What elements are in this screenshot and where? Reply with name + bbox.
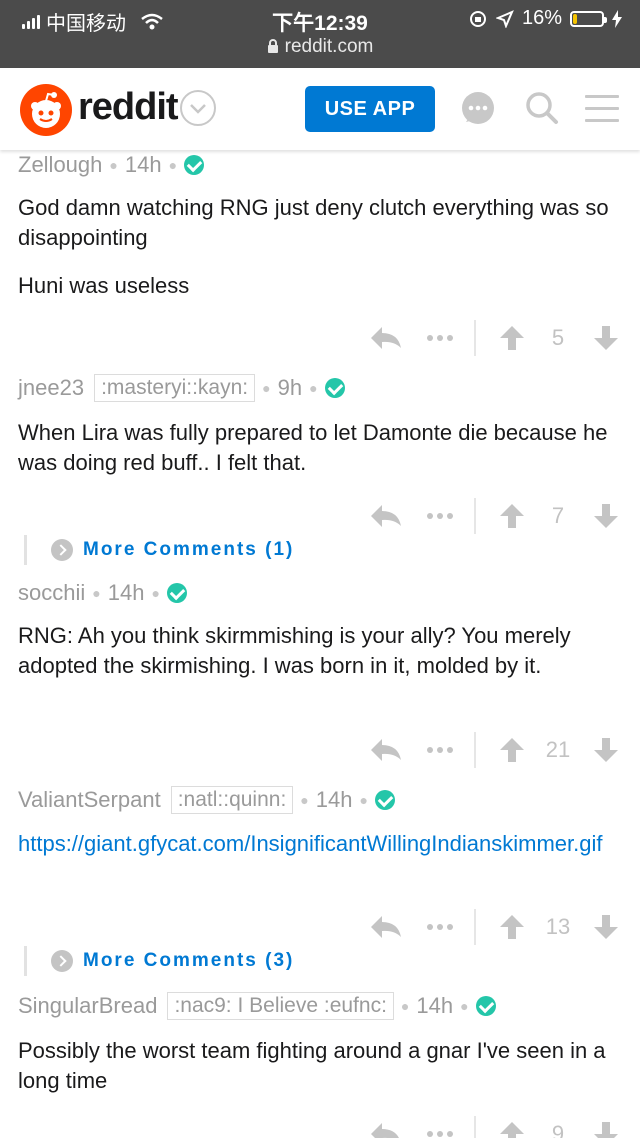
comment-actions: 7 (0, 496, 640, 536)
comment-link[interactable]: https://giant.gfycat.com/InsignificantWi… (18, 829, 623, 859)
url-bar[interactable]: reddit.com (0, 36, 640, 58)
more-comments-label[interactable]: More Comments (1) (83, 539, 294, 561)
thread-line (24, 535, 27, 565)
comment-actions: 9 (0, 1114, 640, 1138)
search-icon[interactable] (524, 90, 560, 131)
comment-text: Huni was useless (18, 273, 190, 298)
vote-score: 7 (551, 503, 565, 528)
upvote-icon[interactable] (490, 496, 534, 536)
rotation-lock-icon (469, 10, 486, 27)
user-flair: :masteryi::kayn: (94, 374, 256, 402)
more-comments-link[interactable]: More Comments (3) (24, 946, 294, 976)
author-name[interactable]: SingularBread (18, 993, 157, 1019)
action-divider (474, 732, 476, 768)
verified-check-icon (324, 378, 345, 398)
comment-meta: jnee23 :masteryi::kayn: ● 9h ● (18, 373, 345, 403)
downvote-icon[interactable] (584, 318, 628, 358)
verified-check-icon (166, 583, 187, 603)
comment-text: When Lira was fully prepared to let Damo… (18, 420, 608, 475)
vote-score: 9 (551, 1121, 565, 1138)
comment-meta: Zellough ● 14h ● (18, 150, 205, 180)
more-options-icon[interactable] (418, 730, 462, 770)
vote-score: 5 (551, 325, 565, 350)
upvote-icon[interactable] (490, 907, 534, 947)
reply-icon[interactable] (364, 907, 408, 947)
more-options-icon[interactable] (418, 1114, 462, 1138)
action-divider (474, 498, 476, 534)
verified-check-icon (475, 996, 496, 1016)
chevron-down-icon[interactable] (180, 90, 216, 126)
more-comments-label[interactable]: More Comments (3) (83, 950, 294, 972)
verified-check-icon (184, 155, 205, 175)
author-name[interactable]: socchii (18, 580, 85, 606)
user-flair: :nac9: I Believe :eufnc: (167, 992, 394, 1020)
site-header: reddit USE APP (0, 68, 640, 150)
comment-actions: 13 (0, 907, 640, 947)
more-options-icon[interactable] (418, 318, 462, 358)
reply-icon[interactable] (364, 1114, 408, 1138)
url-text: reddit.com (284, 36, 374, 57)
downvote-icon[interactable] (584, 1114, 628, 1138)
action-divider (474, 320, 476, 356)
reply-icon[interactable] (364, 318, 408, 358)
comment-text: Possibly the worst team fighting around … (18, 1038, 606, 1093)
user-flair: :natl::quinn: (170, 786, 294, 814)
downvote-icon[interactable] (584, 496, 628, 536)
status-indicators: 16% (468, 7, 622, 30)
comment-age: 14h (315, 787, 353, 812)
author-name[interactable]: jnee23 (18, 375, 84, 401)
more-options-icon[interactable] (418, 907, 462, 947)
battery-percent: 16% (521, 7, 562, 29)
reddit-wordmark[interactable]: reddit (78, 86, 179, 129)
chevron-right-icon (51, 950, 73, 972)
author-name[interactable]: ValiantSerpant (18, 787, 161, 813)
chevron-right-icon (51, 539, 73, 561)
status-bar: 中国移动 下午12:39 16% reddit.com (0, 0, 640, 68)
vote-score: 21 (545, 737, 571, 762)
chat-icon[interactable] (460, 90, 496, 131)
downvote-icon[interactable] (584, 730, 628, 770)
action-divider (474, 1116, 476, 1138)
more-options-icon[interactable] (418, 496, 462, 536)
comment-actions: 5 (0, 318, 640, 358)
author-name[interactable]: Zellough (18, 152, 102, 178)
reply-icon[interactable] (364, 496, 408, 536)
menu-icon[interactable] (585, 90, 619, 131)
comment-meta: ValiantSerpant :natl::quinn: ● 14h ● (18, 785, 395, 815)
thread-line (24, 946, 27, 976)
use-app-button[interactable]: USE APP (305, 86, 435, 132)
more-comments-link[interactable]: More Comments (1) (24, 535, 294, 565)
location-icon (495, 9, 514, 28)
upvote-icon[interactable] (490, 730, 534, 770)
action-divider (474, 909, 476, 945)
lock-icon (267, 39, 278, 53)
vote-score: 13 (545, 914, 571, 939)
upvote-icon[interactable] (490, 318, 534, 358)
downvote-icon[interactable] (584, 907, 628, 947)
reply-icon[interactable] (364, 730, 408, 770)
verified-check-icon (374, 790, 395, 810)
comment-meta: SingularBread :nac9: I Believe :eufnc: ●… (18, 991, 496, 1021)
upvote-icon[interactable] (490, 1114, 534, 1138)
comment-text: God damn watching RNG just deny clutch e… (18, 195, 609, 250)
comment-meta: socchii ● 14h ● (18, 578, 187, 608)
comment-text: RNG: Ah you think skirmmishing is your a… (18, 623, 571, 678)
comment-age: 9h (277, 375, 303, 400)
comment-age: 14h (416, 993, 454, 1018)
charging-icon (612, 9, 622, 28)
reddit-logo-icon[interactable] (20, 84, 72, 136)
comment-actions: 21 (0, 730, 640, 770)
comment-age: 14h (124, 152, 162, 177)
battery-icon (570, 10, 607, 27)
comment-age: 14h (107, 580, 145, 605)
